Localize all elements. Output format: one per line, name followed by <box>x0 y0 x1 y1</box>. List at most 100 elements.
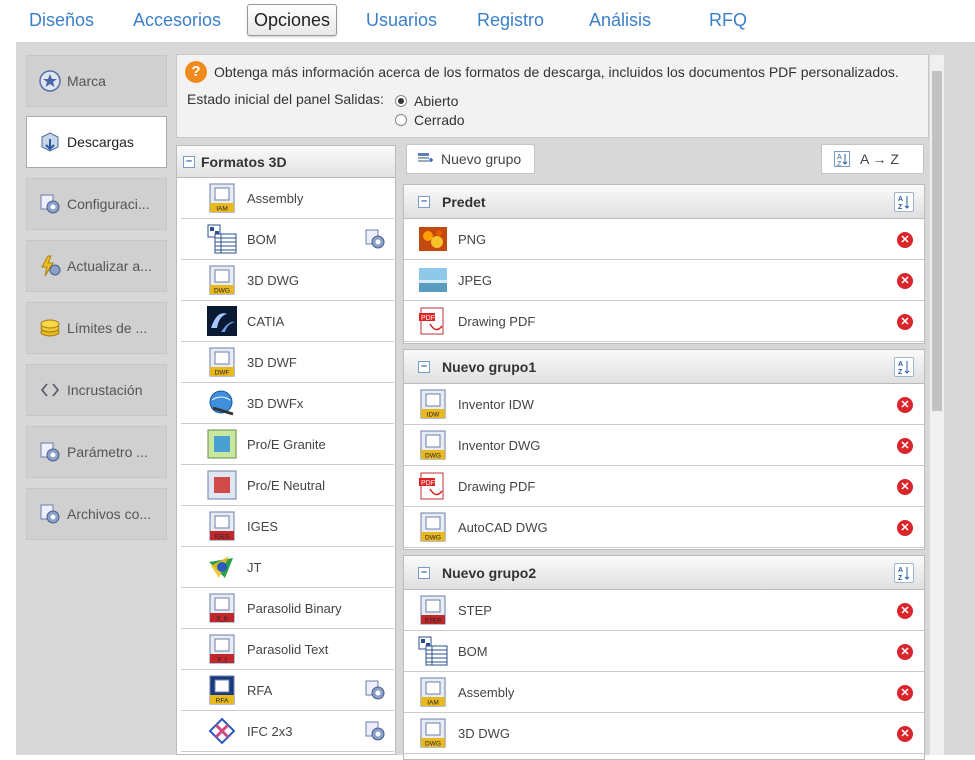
format-item-assembly[interactable]: IAM Assembly <box>181 178 394 219</box>
format-settings-gear-icon[interactable] <box>364 679 386 701</box>
group-item-inventor-dwg[interactable]: DWG Inventor DWG ✕ <box>404 425 924 466</box>
format-item-ifc-2x3[interactable]: IFC 2x3 <box>181 711 394 752</box>
format-item-label: Pro/E Granite <box>247 436 326 452</box>
format-item-label: JT <box>247 559 262 575</box>
format-item-label: RFA <box>247 682 273 698</box>
sidebar-item-parametro[interactable]: Parámetro ... <box>26 426 167 478</box>
group-item-png[interactable]: PNG ✕ <box>404 219 924 260</box>
format-item-label: IGES <box>247 518 279 534</box>
svg-text:IAM: IAM <box>427 700 439 707</box>
svg-text:A: A <box>898 567 903 574</box>
new-group-button[interactable]: Nuevo grupo <box>406 144 535 174</box>
jpeg-image-icon <box>418 265 448 295</box>
remove-icon[interactable]: ✕ <box>897 232 913 248</box>
format-item-label: 3D DWF <box>247 354 297 370</box>
remove-icon[interactable]: ✕ <box>897 479 913 495</box>
tab-registro[interactable]: Registro <box>477 5 544 35</box>
sidebar-item-label: Límites de ... <box>67 320 148 336</box>
sidebar-item-descargas[interactable]: Descargas <box>26 116 167 168</box>
format-item-iges[interactable]: IGES IGES <box>181 506 394 547</box>
format-item-rfa[interactable]: RFA RFA <box>181 670 394 711</box>
pdf-file-icon: PDF <box>418 306 448 336</box>
sidebar-item-marca[interactable]: Marca <box>26 55 167 107</box>
tab-analisis[interactable]: Análisis <box>589 5 651 35</box>
group-header: – Nuevo grupo1 A Z <box>404 350 924 384</box>
download-settings-info: ? Obtenga más información acerca de los … <box>176 54 929 138</box>
tab-usuarios[interactable]: Usuarios <box>366 5 437 35</box>
sidebar-item-actualizar[interactable]: Actualizar a... <box>26 240 167 292</box>
page-scrollbar[interactable] <box>930 55 944 755</box>
collapse-icon[interactable]: – <box>418 566 430 579</box>
remove-icon[interactable]: ✕ <box>897 397 913 413</box>
group-sort-icon[interactable]: AZ <box>894 192 914 212</box>
group-item-bom[interactable]: BOM ✕ <box>404 631 924 672</box>
group-item-drawing-pdf[interactable]: PDF Drawing PDF ✕ <box>404 466 924 507</box>
remove-icon[interactable]: ✕ <box>897 314 913 330</box>
group-item-assembly[interactable]: IAM Assembly ✕ <box>404 672 924 713</box>
format-item-label: 3D DWFx <box>247 395 304 411</box>
dwf-file-icon: DWF <box>207 347 237 377</box>
remove-icon[interactable]: ✕ <box>897 520 913 536</box>
format-item-pro-e-neutral[interactable]: Pro/E Neutral <box>181 465 394 506</box>
group-item-jpeg[interactable]: JPEG ✕ <box>404 260 924 301</box>
scrollbar-thumb[interactable] <box>932 71 942 411</box>
group-nuevo-grupo2: – Nuevo grupo2 A Z STEP STEP ✕ BOM ✕ IAM Assembly ✕… <box>403 555 925 760</box>
group-item-label: BOM <box>458 643 488 659</box>
tab-opciones[interactable]: Opciones <box>247 4 338 36</box>
format-settings-gear-icon[interactable] <box>364 720 386 742</box>
remove-icon[interactable]: ✕ <box>897 273 913 289</box>
group-item-step[interactable]: STEP STEP ✕ <box>404 590 924 631</box>
remove-icon[interactable]: ✕ <box>897 726 913 742</box>
radio-abierto[interactable]: Abierto <box>395 93 458 109</box>
group-title: Nuevo grupo2 <box>442 564 537 581</box>
tab-accesorios[interactable]: Accesorios <box>133 5 221 35</box>
download-icon <box>39 131 61 153</box>
sidebar-item-incrustacion[interactable]: Incrustación <box>26 364 167 416</box>
sidebar-item-label: Marca <box>67 73 106 89</box>
dwg-file-icon: DWG <box>207 265 237 295</box>
radio-selected-indicator[interactable] <box>395 95 407 107</box>
format-item-parasolid-binary[interactable]: X_b Parasolid Binary <box>181 588 394 629</box>
group-item-inventor-idw[interactable]: IDW Inventor IDW ✕ <box>404 384 924 425</box>
sidebar-item-configuracion[interactable]: Configuraci... <box>26 178 167 230</box>
radio-cerrado[interactable]: Cerrado <box>395 112 465 128</box>
group-item-label: Inventor DWG <box>458 437 541 453</box>
new-group-icon <box>417 152 433 166</box>
remove-icon[interactable]: ✕ <box>897 685 913 701</box>
sidebar-item-limites[interactable]: Límites de ... <box>26 302 167 354</box>
format-item-pro-e-granite[interactable]: Pro/E Granite <box>181 424 394 465</box>
group-sort-icon[interactable]: AZ <box>894 563 914 583</box>
sidebar-item-archivos[interactable]: Archivos co... <box>26 488 167 540</box>
group-title: Predet <box>442 193 486 210</box>
format-item-jt[interactable]: JT <box>181 547 394 588</box>
remove-icon[interactable]: ✕ <box>897 603 913 619</box>
format-item-parasolid-text[interactable]: X_t Parasolid Text <box>181 629 394 670</box>
group-header: – Nuevo grupo2 A Z <box>404 556 924 590</box>
group-item-drawing-pdf[interactable]: PDF Drawing PDF ✕ <box>404 301 924 342</box>
group-sort-icon[interactable]: AZ <box>894 357 914 377</box>
format-item-bom[interactable]: BOM <box>181 219 394 260</box>
collapse-icon[interactable]: – <box>418 195 430 208</box>
tab-rfq[interactable]: RFQ <box>709 5 747 35</box>
format-item-3d-dwg[interactable]: DWG 3D DWG <box>181 260 394 301</box>
sort-az-button[interactable]: AZ A → Z <box>821 144 924 174</box>
svg-text:IDW: IDW <box>427 412 441 419</box>
tab-disenos[interactable]: Diseños <box>29 5 94 35</box>
group-item-autocad-dwg[interactable]: DWG AutoCAD DWG ✕ <box>404 507 924 548</box>
rfa-revit-icon: RFA <box>207 675 237 705</box>
format-settings-gear-icon[interactable] <box>364 228 386 250</box>
code-brackets-icon <box>39 379 61 401</box>
svg-text:Z: Z <box>898 369 903 376</box>
help-icon[interactable]: ? <box>185 61 207 83</box>
group-item-3d-dwg[interactable]: DWG 3D DWG ✕ <box>404 713 924 754</box>
svg-text:STEP: STEP <box>425 618 442 625</box>
collapse-icon[interactable]: – <box>183 155 195 168</box>
info-text: Obtenga más información acerca de los fo… <box>214 64 899 80</box>
collapse-icon[interactable]: – <box>418 360 430 373</box>
format-item-3d-dwf[interactable]: DWF 3D DWF <box>181 342 394 383</box>
format-item-3d-dwfx[interactable]: 3D DWFx <box>181 383 394 424</box>
remove-icon[interactable]: ✕ <box>897 644 913 660</box>
radio-unselected-indicator[interactable] <box>395 114 407 126</box>
format-item-catia[interactable]: CATIA <box>181 301 394 342</box>
remove-icon[interactable]: ✕ <box>897 438 913 454</box>
